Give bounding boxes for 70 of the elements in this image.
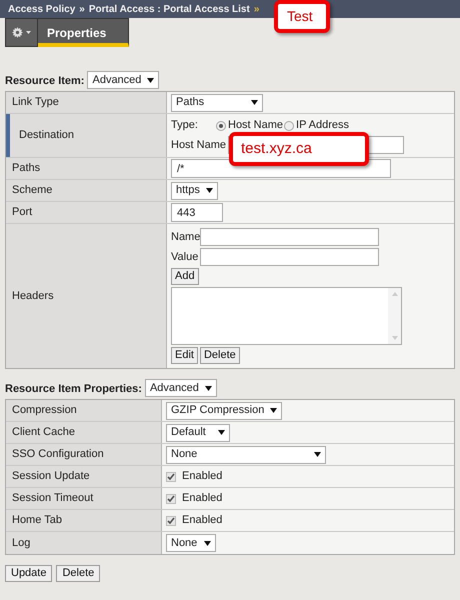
dropdown[interactable]: https (171, 182, 218, 200)
caret-icon (270, 408, 278, 413)
checkbox[interactable] (166, 516, 176, 526)
row-label: Paths (6, 158, 167, 179)
caret-icon (204, 540, 211, 546)
row-label: Session Timeout (6, 488, 162, 509)
row-label: Home Tab (6, 510, 162, 531)
row-label: Compression (6, 400, 162, 421)
checkbox-label: Enabled (182, 513, 222, 528)
row-label: Port (6, 202, 167, 223)
tab[interactable]: Properties (38, 18, 129, 47)
text-field[interactable]: 443 (171, 203, 223, 222)
row-label: Client Cache (6, 422, 162, 443)
dropdown[interactable]: Advanced (87, 71, 160, 89)
breadcrumb-separator: » (79, 2, 85, 16)
checkbox-label: Enabled (182, 491, 222, 506)
row-label: Session Update (6, 466, 162, 487)
row-label: Destination (6, 114, 167, 157)
form-button[interactable]: Delete (56, 565, 100, 582)
form-button[interactable]: Edit (171, 347, 198, 364)
value-label: Value (171, 250, 198, 265)
dropdown[interactable]: Default (166, 424, 230, 442)
caret-icon (218, 430, 225, 435)
checkbox-label: Enabled (182, 469, 222, 484)
caret-icon (206, 188, 213, 193)
form-button[interactable]: Update (5, 565, 52, 582)
name-field[interactable] (200, 228, 379, 246)
host-name-label: Host Name (171, 138, 226, 152)
row-label: Log (6, 532, 162, 554)
scroll-up-icon[interactable] (392, 292, 398, 296)
caret-icon (314, 452, 321, 457)
caret-icon (204, 386, 212, 390)
check-icon (167, 472, 175, 480)
name-label: Name (171, 230, 198, 245)
radio-button[interactable] (284, 120, 294, 130)
dropdown[interactable]: None (166, 534, 216, 552)
row-label: Headers (6, 224, 167, 368)
scroll-down-icon[interactable] (392, 336, 398, 340)
radio-button[interactable] (216, 120, 226, 130)
checkbox[interactable] (166, 494, 176, 504)
dropdown[interactable]: None (166, 446, 326, 464)
breadcrumb-separator: » (254, 2, 260, 16)
caret-icon (26, 31, 31, 34)
check-icon (167, 516, 175, 524)
scrollbar[interactable] (388, 288, 401, 344)
headers-list[interactable] (171, 287, 402, 345)
settings-menu-button[interactable] (5, 18, 38, 47)
radio-label: Host Name (228, 118, 284, 134)
caret-icon (147, 78, 154, 82)
section-label: Resource Item Properties: (5, 382, 142, 396)
form-button[interactable]: Add (171, 268, 199, 285)
check-icon (167, 494, 175, 502)
breadcrumb-link[interactable]: Access Policy (8, 2, 76, 16)
breadcrumb-link[interactable]: Portal Access : Portal Access List (88, 2, 250, 16)
caret-icon (251, 100, 258, 105)
form-button[interactable]: Delete (200, 347, 240, 364)
value-field[interactable] (200, 248, 379, 266)
dropdown[interactable]: Advanced (144, 379, 217, 397)
dropdown[interactable]: Paths (171, 94, 263, 112)
annotation-tooltip: test.xyz.ca (229, 132, 369, 166)
row-label: Scheme (6, 180, 167, 201)
row-label: SSO Configuration (6, 444, 162, 465)
gear-icon (12, 27, 23, 38)
type-label: Type: (171, 118, 199, 134)
checkbox[interactable] (166, 472, 176, 482)
annotation-tooltip: Test (274, 0, 330, 33)
section-label: Resource Item: (5, 74, 84, 88)
radio-label: IP Address (296, 118, 350, 134)
row-label: Link Type (6, 92, 167, 113)
dropdown[interactable]: GZIP Compression (166, 402, 282, 420)
